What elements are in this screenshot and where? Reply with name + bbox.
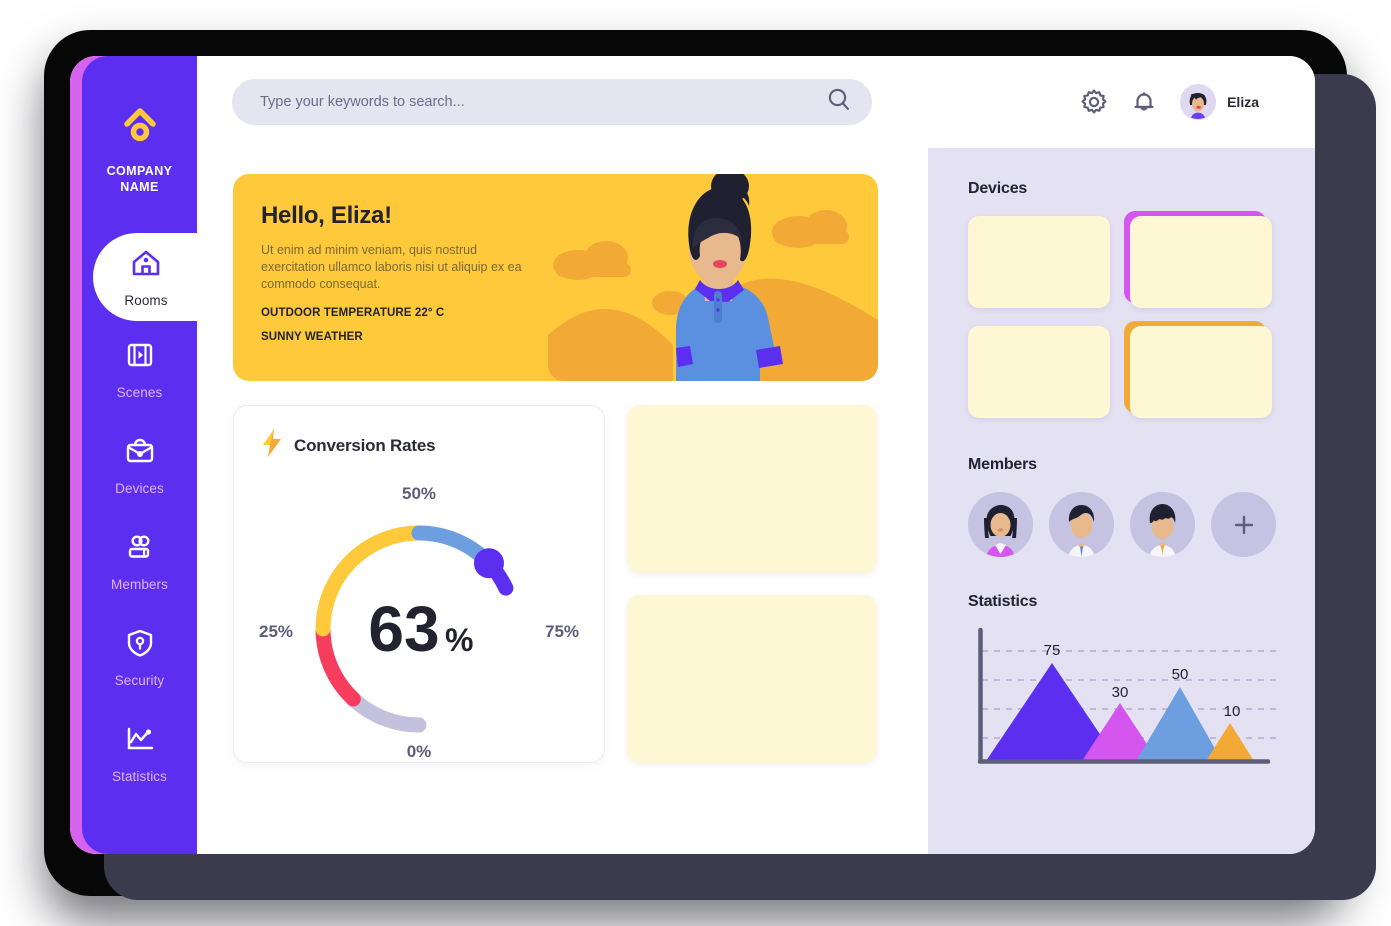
brand: COMPANY NAME bbox=[82, 56, 197, 195]
members-title: Members bbox=[968, 456, 1037, 473]
member-avatar[interactable] bbox=[1130, 492, 1195, 557]
donut-tick-right: 75% bbox=[545, 622, 579, 641]
donut-marker[interactable] bbox=[473, 548, 504, 579]
hero-text: Hello, Eliza! Ut enim ad minim veniam, q… bbox=[233, 174, 543, 343]
donut-center-unit: % bbox=[445, 622, 473, 658]
conversion-card-header: Conversion Rates bbox=[234, 428, 604, 463]
line-chart-icon bbox=[123, 722, 157, 761]
briefcase-icon bbox=[123, 434, 157, 473]
gear-icon[interactable] bbox=[1080, 88, 1108, 116]
user-menu[interactable]: Eliza bbox=[1180, 84, 1259, 120]
dashboard-cards-row: Conversion Rates 50% 75% 0% 25% 63 % bbox=[233, 405, 898, 763]
outdoor-temperature: OUTDOOR TEMPERATURE 22° C bbox=[261, 307, 445, 319]
stat-peak-3 bbox=[1136, 687, 1222, 761]
stat-label-3: 50 bbox=[1172, 666, 1189, 683]
sidebar-item-label: Scenes bbox=[116, 385, 163, 400]
device-card[interactable] bbox=[968, 326, 1110, 418]
sidebar-item-statistics[interactable]: Statistics bbox=[82, 705, 197, 801]
sidebar-item-devices[interactable]: Devices bbox=[82, 417, 197, 513]
search-bar bbox=[232, 79, 872, 125]
hero-banner: Hello, Eliza! Ut enim ad minim veniam, q… bbox=[233, 174, 878, 381]
member-avatar[interactable] bbox=[968, 492, 1033, 557]
stat-label-1: 75 bbox=[1044, 642, 1061, 659]
search-input[interactable] bbox=[232, 79, 872, 125]
sidebar-item-members[interactable]: Members bbox=[82, 513, 197, 609]
lightning-bolt-icon bbox=[260, 428, 284, 463]
device-card[interactable] bbox=[1130, 326, 1272, 418]
statistics-title: Statistics bbox=[968, 593, 1038, 610]
sidebar-item-label: Members bbox=[111, 577, 168, 592]
hero-title: Hello, Eliza! bbox=[261, 202, 392, 229]
sidebar: COMPANY NAME Rooms Scenes Devices Member… bbox=[82, 56, 197, 854]
device-card[interactable] bbox=[968, 216, 1110, 308]
conversion-card-title: Conversion Rates bbox=[294, 435, 436, 455]
bell-icon[interactable] bbox=[1130, 88, 1158, 116]
sidebar-item-security[interactable]: Security bbox=[82, 609, 197, 705]
stat-label-2: 30 bbox=[1112, 684, 1129, 701]
conversion-donut-chart: 50% 75% 0% 25% 63 % bbox=[234, 469, 604, 759]
sidebar-item-rooms[interactable]: Rooms bbox=[95, 233, 197, 321]
weather-status: SUNNY WEATHER bbox=[261, 331, 363, 343]
donut-segment bbox=[315, 621, 361, 707]
main-content: Hello, Eliza! Ut enim ad minim veniam, q… bbox=[197, 148, 928, 854]
avatar bbox=[1180, 84, 1217, 120]
devices-title: Devices bbox=[968, 180, 1028, 197]
donut-center-value: 63 bbox=[368, 593, 439, 665]
donut-tick-bottom: 0% bbox=[407, 742, 432, 759]
placeholder-card[interactable] bbox=[627, 595, 877, 763]
sidebar-item-scenes[interactable]: Scenes bbox=[82, 321, 197, 417]
home-arrow-logo-icon bbox=[82, 102, 197, 153]
sidebar-item-label: Security bbox=[114, 673, 165, 688]
placeholder-cards bbox=[627, 405, 877, 763]
conversion-rates-card: Conversion Rates 50% 75% 0% 25% 63 % bbox=[233, 405, 605, 763]
members-icon bbox=[123, 530, 157, 569]
home-icon bbox=[129, 246, 163, 285]
app-screen: COMPANY NAME Rooms Scenes Devices Member… bbox=[70, 56, 1315, 854]
screenshot-root: COMPANY NAME Rooms Scenes Devices Member… bbox=[0, 0, 1391, 926]
header-actions: Eliza bbox=[1080, 84, 1259, 120]
members-list bbox=[968, 492, 1283, 557]
stat-label-4: 10 bbox=[1224, 703, 1241, 720]
film-icon bbox=[123, 338, 157, 377]
donut-tick-top: 50% bbox=[402, 484, 436, 503]
add-member-button[interactable] bbox=[1211, 492, 1276, 557]
donut-tick-left: 25% bbox=[259, 622, 293, 641]
donut-segment bbox=[345, 691, 427, 733]
top-header: Eliza bbox=[197, 56, 1315, 148]
sidebar-item-label: Statistics bbox=[111, 769, 167, 784]
stat-peak-4 bbox=[1206, 723, 1254, 761]
brand-name: COMPANY NAME bbox=[106, 164, 173, 194]
hero-description: Ut enim ad minim veniam, quis nostrud ex… bbox=[261, 243, 522, 291]
sidebar-item-label: Devices bbox=[115, 481, 164, 496]
sidebar-item-label: Rooms bbox=[124, 293, 168, 308]
user-name: Eliza bbox=[1227, 94, 1259, 110]
hero-illustration bbox=[548, 174, 878, 381]
shield-pin-icon bbox=[123, 626, 157, 665]
statistics-chart: 75 30 50 10 bbox=[968, 627, 1283, 782]
devices-grid bbox=[968, 216, 1283, 418]
placeholder-card[interactable] bbox=[627, 405, 877, 573]
right-panel: Devices Members Statistics 75 30 50 10 bbox=[928, 148, 1315, 854]
device-card[interactable] bbox=[1130, 216, 1272, 308]
sidebar-nav: Rooms Scenes Devices Members Security St… bbox=[82, 233, 197, 801]
member-avatar[interactable] bbox=[1049, 492, 1114, 557]
